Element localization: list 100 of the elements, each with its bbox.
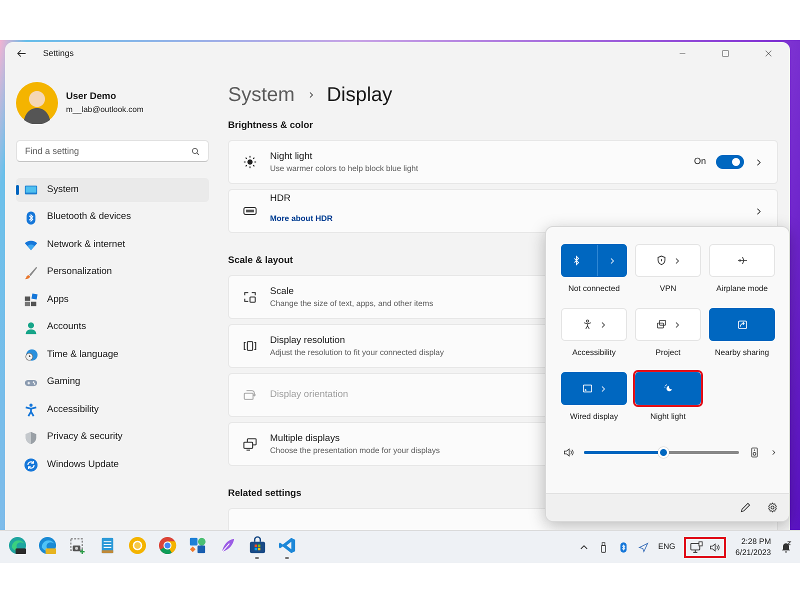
back-arrow-icon[interactable] [16,48,27,59]
clock-time[interactable]: 2:28 PM [741,536,771,547]
browser-icon [128,536,146,554]
setting-title: Display orientation [270,389,348,401]
location-arrow-icon[interactable] [638,542,650,552]
quick-toggle[interactable] [709,308,775,341]
quick-toggle[interactable] [561,372,627,405]
cast-screen-icon [582,383,592,394]
setting-description: Choose the presentation mode for your displays [270,444,440,456]
night-light-icon [662,383,674,394]
network-volume-tray[interactable] [684,536,726,558]
chevron-right-icon [598,384,606,392]
tile-label: Project [656,348,680,358]
breadcrumb-link[interactable]: System [228,82,295,108]
sidebar-item[interactable]: Network & internet [16,233,209,257]
tile-label: VPN [660,284,676,294]
tile-label: Nearby sharing [714,348,770,358]
code-editor-icon [278,536,296,554]
rotate-screen-icon [243,388,257,402]
chevron-right-icon [608,256,616,264]
section-heading: Scale & layout [228,255,293,267]
sidebar-item[interactable]: System [16,178,209,202]
setting-row[interactable]: HDR More about HDR [228,189,778,233]
setting-title: HDR [270,193,292,205]
settings-icon[interactable] [767,502,778,513]
setting-row[interactable]: Night light Use warmer colors to help block blue light On [228,140,778,184]
sidebar-item[interactable]: Privacy & security [16,426,209,450]
bluetooth-icon[interactable] [618,542,630,552]
tile-label: Not connected [568,284,620,294]
user-name: User Demo [66,90,118,104]
setting-title: Display resolution [270,334,346,346]
tile-label: Accessibility [572,348,616,358]
language-indicator[interactable]: ENG [658,541,676,553]
sidebar-item[interactable]: Accounts [16,316,209,340]
two-screens-icon [656,319,666,330]
accessibility-icon [24,403,38,417]
toggle-switch[interactable] [716,155,744,169]
sidebar-item[interactable]: Windows Update [16,453,209,477]
sun-icon [243,155,257,169]
section-heading: Brightness & color [228,120,313,132]
setting-title: Scale [270,286,295,298]
chevron-right-icon[interactable] [770,449,777,456]
browser-icon [8,536,26,554]
window-title: Settings [43,47,74,60]
browser-icon [38,536,56,554]
bluetooth-icon [24,210,38,224]
avatar-icon [16,82,58,124]
maximize-icon[interactable] [721,49,730,58]
sidebar-item[interactable]: Time & language [16,343,209,367]
slider-thumb[interactable] [658,447,670,458]
speaker-icon[interactable] [563,447,574,458]
brush-icon [24,266,38,280]
setting-description: Use warmer colors to help block blue light [270,162,418,174]
clock-date[interactable]: 6/21/2023 [735,547,771,558]
two-screens-icon [243,437,257,451]
setting-description: Adjust the resolution to fit your connected display [270,346,444,358]
wired-network-icon [690,540,704,554]
notification-bell-icon[interactable] [780,541,792,553]
chevron-right-icon [598,320,606,328]
setting-description: Change the size of text, apps, and other items [270,298,434,308]
shield-icon [24,430,38,444]
user-email: m__lab@outlook.com [66,104,144,116]
search-field[interactable]: Find a setting [16,140,209,162]
wifi-icon [24,238,38,252]
tile-label: Airplane mode [716,284,768,294]
chevron-right-icon [672,256,680,264]
person-icon [24,320,38,334]
sidebar-item[interactable]: Apps [16,288,209,312]
resize-frame-icon [243,339,257,353]
hdr-link[interactable]: More about HDR [270,214,333,223]
store-bag-icon [248,536,266,554]
hdr-icon [243,204,257,218]
section-heading: Related settings [228,488,302,500]
airplane-icon [736,255,748,266]
clock-icon [24,348,38,362]
accessibility-icon [582,319,592,330]
setting-title: Night light [270,150,314,162]
chevron-right-icon [672,320,680,328]
scale-icon [243,290,257,304]
sidebar-item[interactable]: Personalization [16,260,209,284]
monitor-icon [24,183,38,197]
chevron-right-icon [306,91,315,99]
page-title: Display [326,83,392,108]
share-icon [736,319,748,330]
widgets-icon [188,536,206,554]
setting-title: Multiple displays [270,432,341,444]
quick-toggle[interactable] [561,244,627,277]
toggle-status: On [694,155,706,168]
screenshot-icon [68,536,86,554]
search-icon [191,146,200,156]
apps-icon [24,293,38,307]
speaker-icon [709,542,720,552]
sidebar-item[interactable]: Accessibility [16,398,209,422]
shield-icon [656,255,666,266]
browser-icon [158,536,176,554]
speaker-device-icon [749,447,760,458]
sidebar-item[interactable]: Bluetooth & devices [16,206,209,230]
pencil-icon[interactable] [740,502,751,513]
sidebar-item[interactable]: Gaming [16,370,209,394]
close-icon[interactable] [764,49,773,58]
